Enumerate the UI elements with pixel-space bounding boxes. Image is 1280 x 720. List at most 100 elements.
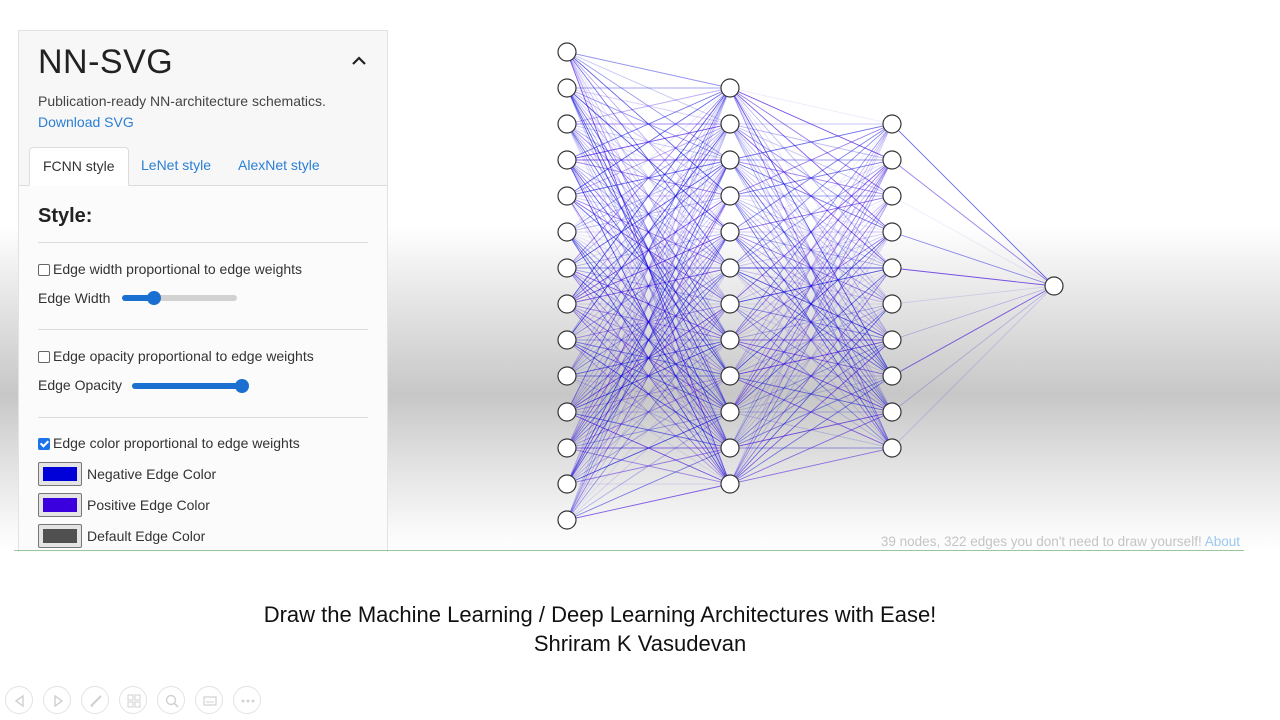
negative-edge-color-picker[interactable]	[38, 462, 82, 486]
network-edge	[891, 285, 1055, 377]
network-node-layer-2	[882, 294, 902, 314]
slides-button[interactable]	[119, 686, 147, 714]
app-title: NN-SVG	[38, 43, 174, 81]
network-edge	[566, 483, 731, 521]
stats-summary: 39 nodes, 322 edges you don't need to dr…	[880, 534, 1202, 549]
network-node-layer-0	[557, 402, 577, 422]
network-edge	[891, 195, 1055, 287]
network-node-layer-1	[720, 114, 740, 134]
chevron-up-icon	[352, 56, 366, 65]
edge-opacity-checkbox[interactable]	[38, 351, 50, 363]
network-edge	[891, 159, 1055, 287]
negative-edge-color-swatch	[43, 467, 77, 481]
network-node-layer-2	[882, 222, 902, 242]
stats-text: 39 nodes, 322 edges you don't need to dr…	[881, 534, 1240, 549]
tab-fcnn-style[interactable]: FCNN style	[29, 147, 129, 186]
network-node-layer-3	[1044, 276, 1064, 296]
network-node-layer-0	[557, 186, 577, 206]
edge-width-slider[interactable]	[122, 291, 237, 305]
network-edge	[729, 159, 893, 485]
app-screen: NN-SVG Publication-ready NN-architecture…	[0, 0, 1280, 552]
positive-edge-color-label: Positive Edge Color	[87, 497, 210, 513]
network-node-layer-0	[557, 150, 577, 170]
download-svg-link[interactable]: Download SVG	[38, 114, 134, 130]
network-edges	[566, 51, 1055, 521]
default-edge-color-picker[interactable]	[38, 524, 82, 548]
network-node-layer-0	[557, 366, 577, 386]
divider	[38, 242, 368, 243]
style-tabs: FCNN style LeNet style AlexNet style	[19, 147, 387, 186]
network-node-layer-0	[557, 42, 577, 62]
network-edge	[566, 51, 731, 89]
default-edge-color-swatch	[43, 529, 77, 543]
edge-color-checkbox-label: Edge color proportional to edge weights	[53, 435, 300, 451]
slides-icon	[127, 694, 141, 708]
edge-width-label: Edge Width	[38, 290, 111, 306]
network-node-layer-0	[557, 222, 577, 242]
network-node-layer-2	[882, 114, 902, 134]
tab-lenet-style[interactable]: LeNet style	[128, 147, 224, 183]
style-heading: Style:	[38, 205, 93, 227]
zoom-button[interactable]	[157, 686, 185, 714]
network-edge	[891, 285, 1055, 341]
next-slide-button[interactable]	[43, 686, 71, 714]
zoom-icon	[165, 694, 179, 708]
pen-icon	[90, 695, 102, 707]
network-node-layer-2	[882, 402, 902, 422]
network-node-layer-1	[720, 186, 740, 206]
network-node-layer-1	[720, 330, 740, 350]
network-node-layer-1	[720, 402, 740, 422]
app-subtitle: Publication-ready NN-architecture schema…	[38, 93, 326, 109]
network-edge	[729, 447, 893, 485]
pen-button[interactable]	[81, 686, 109, 714]
tab-alexnet-style[interactable]: AlexNet style	[225, 147, 333, 183]
subtitles-icon	[203, 696, 217, 706]
network-node-layer-1	[720, 222, 740, 242]
default-edge-color-label: Default Edge Color	[87, 528, 206, 544]
divider	[38, 329, 368, 330]
caption-author: Shriram K Vasudevan	[533, 631, 747, 656]
network-node-layer-2	[882, 330, 902, 350]
network-edge	[891, 123, 1055, 287]
subtitles-button[interactable]	[195, 686, 223, 714]
network-edge	[729, 231, 893, 485]
more-icon	[241, 699, 255, 703]
network-node-layer-2	[882, 186, 902, 206]
network-node-layer-1	[720, 150, 740, 170]
network-node-layer-2	[882, 438, 902, 458]
network-node-layer-0	[557, 510, 577, 530]
edge-opacity-slider[interactable]	[132, 379, 250, 393]
positive-edge-color-picker[interactable]	[38, 493, 82, 517]
edge-color-checkbox[interactable]	[38, 438, 50, 450]
network-node-layer-1	[720, 366, 740, 386]
divider	[38, 417, 368, 418]
divider	[14, 550, 1244, 551]
network-edge	[891, 285, 1055, 413]
network-edge	[891, 231, 1055, 287]
control-panel: NN-SVG Publication-ready NN-architecture…	[18, 30, 388, 552]
network-edge	[891, 267, 1055, 287]
previous-slide-button[interactable]	[5, 686, 33, 714]
network-node-layer-1	[720, 78, 740, 98]
network-edge	[891, 285, 1055, 449]
edge-opacity-slider-fill	[132, 383, 243, 389]
network-node-layer-0	[557, 258, 577, 278]
network-node-layer-0	[557, 438, 577, 458]
network-edge	[891, 285, 1055, 305]
network-edge	[566, 123, 731, 521]
network-edge	[729, 87, 893, 125]
collapse-panel-button[interactable]	[347, 49, 371, 73]
next-icon	[54, 694, 64, 708]
network-node-layer-2	[882, 366, 902, 386]
edge-opacity-checkbox-label: Edge opacity proportional to edge weight…	[53, 348, 314, 364]
edge-width-checkbox[interactable]	[38, 264, 50, 276]
network-node-layer-0	[557, 78, 577, 98]
network-node-layer-1	[720, 474, 740, 494]
network-node-layer-0	[557, 114, 577, 134]
network-node-layer-2	[882, 150, 902, 170]
more-options-button[interactable]	[233, 686, 261, 714]
network-node-layer-1	[720, 258, 740, 278]
network-node-layer-2	[882, 258, 902, 278]
about-link[interactable]: About	[1205, 534, 1240, 549]
caption-title: Draw the Machine Learning / Deep Learnin…	[263, 602, 937, 627]
